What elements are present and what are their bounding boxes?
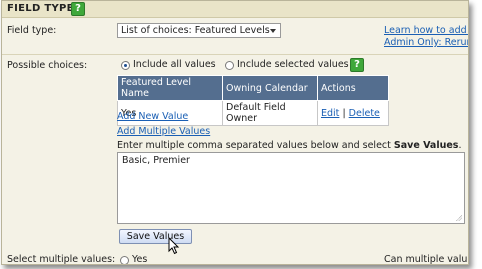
divider — [2, 54, 468, 55]
include-selected-label[interactable]: Include selected values — [237, 59, 349, 70]
delete-link[interactable]: Delete — [349, 108, 380, 119]
textarea-value: Basic, Premier — [122, 155, 190, 166]
can-multiple-label: Can multiple valu — [384, 254, 468, 265]
help-icon[interactable]: ? — [350, 58, 364, 72]
chevron-down-icon — [270, 29, 276, 33]
add-multiple-values-link[interactable]: Add Multiple Values — [117, 126, 210, 137]
save-values-button[interactable]: Save Values — [119, 229, 192, 244]
field-type-selected-value: List of choices: Featured Levels — [121, 25, 270, 36]
action-separator: | — [342, 107, 346, 119]
field-type-panel: FIELD TYPE ? Field type: List of choices… — [1, 0, 469, 265]
column-header: Actions — [317, 75, 389, 101]
section-title: FIELD TYPE — [7, 3, 74, 14]
add-new-value-link[interactable]: Add New Value — [117, 111, 188, 122]
instructions-text: Enter multiple comma separated values be… — [117, 140, 461, 151]
include-selected-radio[interactable] — [225, 61, 234, 70]
possible-choices-label: Possible choices: — [7, 60, 88, 71]
select-multiple-label: Select multiple values: — [7, 254, 116, 265]
include-all-radio[interactable] — [121, 61, 130, 70]
field-type-select[interactable]: List of choices: Featured Levels — [117, 23, 281, 38]
column-header: Featured Level Name — [117, 75, 223, 101]
instructions-text-end: . — [458, 140, 462, 151]
section-header: FIELD TYPE ? — [2, 1, 468, 18]
select-multiple-yes-radio[interactable] — [120, 256, 129, 264]
admin-rerun-link[interactable]: Admin Only: Rerun — [384, 37, 468, 48]
learn-how-link[interactable]: Learn how to add ic — [384, 25, 468, 36]
select-multiple-yes-label[interactable]: Yes — [132, 254, 147, 264]
help-icon[interactable]: ? — [71, 2, 85, 16]
owning-calendar-cell: Default Field Owner — [222, 100, 318, 126]
instructions-text-main: Enter multiple comma separated values be… — [117, 140, 394, 151]
mouse-cursor-icon — [168, 237, 180, 255]
edit-link[interactable]: Edit — [321, 108, 339, 119]
actions-cell: Edit | Delete — [317, 100, 389, 126]
multiple-values-textarea[interactable]: Basic, Premier — [117, 152, 465, 224]
field-type-label: Field type: — [7, 25, 57, 36]
resize-grip-icon[interactable] — [456, 215, 462, 221]
instructions-text-bold: Save Values — [393, 140, 459, 151]
include-all-label[interactable]: Include all values — [133, 59, 216, 70]
column-header: Owning Calendar — [222, 75, 318, 101]
table-header-row: Featured Level Name Owning Calendar Acti… — [117, 75, 389, 101]
